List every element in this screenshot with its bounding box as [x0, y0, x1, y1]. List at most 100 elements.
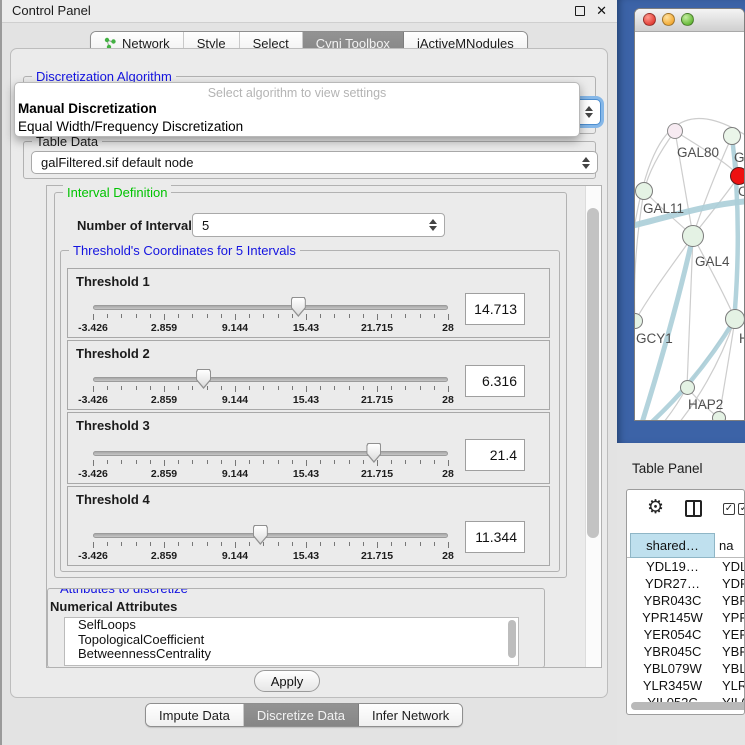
combo-stepper-icon — [582, 157, 590, 169]
tick-mark — [136, 386, 137, 390]
tick-mark — [150, 460, 151, 464]
table-row[interactable]: YBL079WYBL0 — [627, 661, 744, 678]
tick-mark — [320, 542, 321, 546]
table-row[interactable]: YER054CYER0 — [627, 627, 744, 644]
list-scrollbar-thumb[interactable] — [508, 620, 516, 658]
tick-mark — [377, 460, 378, 466]
column-header-name[interactable]: na — [719, 533, 733, 558]
tick-mark — [391, 314, 392, 318]
table-header-row: shared… na — [627, 533, 744, 558]
table-row[interactable]: YPR145WYPR1 — [627, 610, 744, 627]
threshold-slider-track[interactable] — [93, 533, 448, 538]
tick-mark — [320, 386, 321, 390]
float-window-icon[interactable] — [575, 6, 585, 16]
numerical-attributes-list[interactable]: SelfLoopsTopologicalCoefficientBetweenne… — [64, 617, 519, 666]
table-row[interactable]: YBR045CYBR0 — [627, 644, 744, 661]
network-node[interactable] — [682, 225, 704, 247]
table-data-combo[interactable]: galFiltered.sif default node — [31, 151, 598, 174]
tick-mark — [434, 386, 435, 390]
threshold-value-field[interactable]: 21.4 — [465, 439, 525, 471]
apply-button[interactable]: Apply — [254, 670, 320, 692]
tick-mark — [107, 542, 108, 546]
threshold-slider-track[interactable] — [93, 451, 448, 456]
scale-tick-label: 2.859 — [151, 550, 177, 562]
tick-mark — [121, 386, 122, 390]
tick-mark — [377, 386, 378, 392]
network-node[interactable] — [667, 123, 683, 139]
tick-mark — [93, 460, 94, 466]
threshold-value-field[interactable]: 11.344 — [465, 521, 525, 553]
threshold-value-field[interactable]: 6.316 — [465, 365, 525, 397]
network-node[interactable] — [730, 167, 745, 185]
network-node[interactable] — [723, 127, 741, 145]
table-row[interactable]: YBR043CYBR0 — [627, 593, 744, 610]
network-window-titlebar — [635, 9, 744, 32]
column-header-shared-name[interactable]: shared… — [630, 533, 715, 558]
network-node[interactable] — [725, 309, 745, 329]
threshold-slider-thumb[interactable] — [196, 369, 211, 389]
tick-mark — [363, 386, 364, 390]
network-node[interactable] — [635, 182, 653, 200]
checkbox-icon[interactable]: ✓ — [738, 503, 745, 515]
number-of-intervals-spinner[interactable]: 5 — [192, 213, 445, 237]
tick-mark — [221, 460, 222, 464]
vertical-scrollbar-thumb[interactable] — [587, 208, 599, 538]
cell-name: YBR0 — [722, 644, 744, 659]
network-node[interactable] — [712, 411, 726, 421]
tick-mark — [93, 386, 94, 392]
control-panel-window: Control Panel ✕ NetworkStyleSelectCyni T… — [0, 0, 617, 745]
gear-icon[interactable]: ⚙ — [647, 496, 664, 519]
tick-mark — [278, 542, 279, 546]
table-row[interactable]: YLR345WYLR3 — [627, 678, 744, 695]
bottom-tab-bar: Impute DataDiscretize Data Infer Network — [145, 703, 463, 727]
tick-mark — [334, 542, 335, 546]
tab-infer-network[interactable]: Infer Network — [359, 704, 462, 726]
tick-mark — [292, 386, 293, 390]
tick-mark — [278, 314, 279, 318]
thumb-face — [197, 370, 210, 387]
scale-tick-label: 28 — [442, 550, 454, 562]
algorithm-option[interactable]: Manual Discretization — [18, 101, 157, 116]
vertical-scrollbar[interactable] — [585, 186, 601, 667]
close-icon[interactable]: ✕ — [596, 3, 607, 19]
tick-mark — [363, 542, 364, 546]
cell-shared-name: YER054C — [630, 627, 715, 642]
checkbox-icon[interactable]: ✓ — [723, 503, 735, 515]
thumb-face — [292, 298, 305, 315]
minimize-traffic-light-icon[interactable] — [662, 13, 675, 26]
table-row[interactable]: YDR27…YDR2 — [627, 576, 744, 593]
network-canvas[interactable]: GAL80GCGAL11GAL4GCY1HHAP2 — [635, 32, 745, 421]
algorithm-option[interactable]: Equal Width/Frequency Discretization — [18, 119, 243, 134]
zoom-traffic-light-icon[interactable] — [681, 13, 694, 26]
threshold-label: Threshold 4 — [76, 492, 150, 507]
tick-mark — [306, 460, 307, 466]
tab-label: Infer Network — [372, 708, 449, 723]
scale-tick-label: 2.859 — [151, 468, 177, 480]
tick-mark — [121, 460, 122, 464]
tick-mark — [136, 460, 137, 464]
tick-mark — [334, 314, 335, 318]
tick-mark — [107, 314, 108, 318]
table-row[interactable]: YDL19…YDL1 — [627, 559, 744, 576]
split-columns-icon[interactable] — [685, 500, 702, 517]
network-node[interactable] — [680, 380, 695, 395]
horizontal-scrollbar-thumb[interactable] — [631, 702, 745, 710]
attribute-list-item[interactable]: SelfLoops — [65, 618, 518, 633]
tab-discretize-data[interactable]: Discretize Data — [244, 704, 359, 726]
threshold-slider-track[interactable] — [93, 305, 448, 310]
scale-tick-label: 15.43 — [293, 550, 319, 562]
cell-shared-name: YPR145W — [630, 610, 715, 625]
tab-impute-data[interactable]: Impute Data — [146, 704, 244, 726]
threshold-slider-thumb[interactable] — [253, 525, 268, 545]
tick-mark — [420, 314, 421, 318]
attribute-list-item[interactable]: TopologicalCoefficient — [65, 633, 518, 648]
threshold-slider-thumb[interactable] — [366, 443, 381, 463]
threshold-slider-track[interactable] — [93, 377, 448, 382]
threshold-value-field[interactable]: 14.713 — [465, 293, 525, 325]
threshold-slider-thumb[interactable] — [291, 297, 306, 317]
attribute-list-item[interactable]: BetweennessCentrality — [65, 647, 518, 662]
close-traffic-light-icon[interactable] — [643, 13, 656, 26]
tick-mark — [377, 314, 378, 320]
scale-tick-label: 21.715 — [361, 468, 393, 480]
scale-tick-label: 9.144 — [222, 322, 248, 334]
